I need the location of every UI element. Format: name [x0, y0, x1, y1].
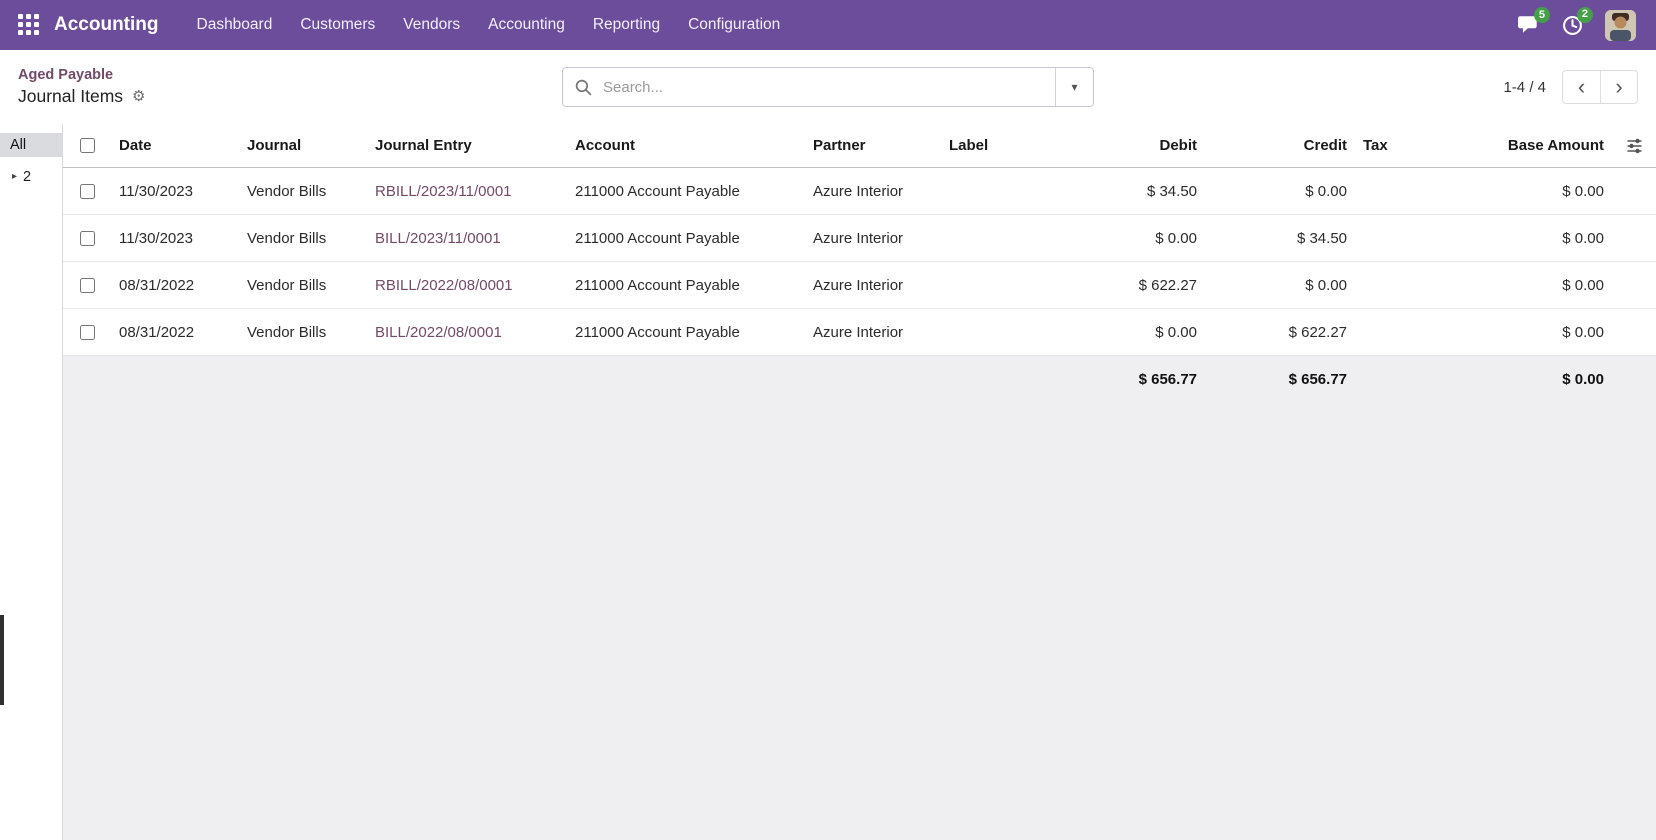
column-header-label[interactable]: Label: [941, 137, 1085, 154]
cell-date: 11/30/2023: [111, 183, 239, 200]
column-header-tax[interactable]: Tax: [1355, 137, 1420, 154]
cell-debit: $ 622.27: [1085, 277, 1205, 294]
chevron-left-icon: ‹: [1578, 74, 1585, 100]
cell-account: 211000 Account Payable: [567, 183, 805, 200]
cell-journal: Vendor Bills: [239, 230, 367, 247]
cell-account: 211000 Account Payable: [567, 230, 805, 247]
journal-entry-link[interactable]: RBILL/2022/08/0001: [367, 277, 567, 294]
search-icon: [563, 79, 601, 96]
search-panel-item-all[interactable]: All: [0, 133, 62, 157]
nav-item-reporting[interactable]: Reporting: [579, 0, 674, 50]
cell-credit: $ 622.27: [1205, 324, 1355, 341]
journal-entry-link[interactable]: BILL/2023/11/0001: [367, 230, 567, 247]
select-all-checkbox[interactable]: [80, 138, 95, 153]
activities-button[interactable]: 2: [1562, 15, 1583, 36]
table-row[interactable]: 08/31/2022 Vendor Bills BILL/2022/08/000…: [63, 309, 1656, 356]
optional-columns-button[interactable]: [1612, 138, 1656, 154]
search-panel-group[interactable]: ▸ 2: [0, 157, 62, 185]
cell-partner: Azure Interior: [805, 277, 941, 294]
cell-journal: Vendor Bills: [239, 183, 367, 200]
column-header-journal-entry[interactable]: Journal Entry: [367, 137, 567, 154]
user-avatar[interactable]: [1605, 10, 1636, 41]
breadcrumb: Aged Payable Journal Items ⚙: [18, 67, 146, 107]
table-row[interactable]: 08/31/2022 Vendor Bills RBILL/2022/08/00…: [63, 262, 1656, 309]
cell-partner: Azure Interior: [805, 324, 941, 341]
cell-base-amount: $ 0.00: [1420, 277, 1612, 294]
search-bar: ▾: [562, 67, 1094, 107]
column-header-account[interactable]: Account: [567, 137, 805, 154]
search-panel: All ▸ 2: [0, 124, 63, 840]
app-name[interactable]: Accounting: [54, 14, 159, 36]
table-header-row: Date Journal Journal Entry Account Partn…: [63, 124, 1656, 168]
content-area: All ▸ 2 Date Journal Journal Entry Accou…: [0, 124, 1656, 840]
left-scrollbar-thumb[interactable]: [0, 615, 4, 705]
cell-account: 211000 Account Payable: [567, 324, 805, 341]
cell-credit: $ 0.00: [1205, 183, 1355, 200]
row-checkbox[interactable]: [80, 231, 95, 246]
cell-debit: $ 34.50: [1085, 183, 1205, 200]
table-row[interactable]: 11/30/2023 Vendor Bills RBILL/2023/11/00…: [63, 168, 1656, 215]
search-panel-group-label: 2: [23, 169, 31, 185]
total-credit: $ 656.77: [1205, 371, 1355, 388]
top-navbar: Accounting Dashboard Customers Vendors A…: [0, 0, 1656, 50]
triangle-right-icon: ▸: [12, 172, 17, 182]
cell-base-amount: $ 0.00: [1420, 230, 1612, 247]
row-checkbox[interactable]: [80, 184, 95, 199]
cell-date: 11/30/2023: [111, 230, 239, 247]
table-totals-row: $ 656.77 $ 656.77 $ 0.00: [63, 356, 1656, 403]
sliders-icon: [1626, 138, 1643, 154]
gear-icon[interactable]: ⚙: [132, 89, 145, 104]
cell-journal: Vendor Bills: [239, 277, 367, 294]
nav-item-customers[interactable]: Customers: [286, 0, 389, 50]
column-header-partner[interactable]: Partner: [805, 137, 941, 154]
pager-range: 1-4 / 4: [1503, 79, 1546, 96]
journal-entry-link[interactable]: RBILL/2023/11/0001: [367, 183, 567, 200]
nav-item-dashboard[interactable]: Dashboard: [183, 0, 287, 50]
cell-account: 211000 Account Payable: [567, 277, 805, 294]
activities-badge: 2: [1577, 7, 1593, 23]
total-debit: $ 656.77: [1085, 371, 1205, 388]
cell-journal: Vendor Bills: [239, 324, 367, 341]
apps-menu-icon[interactable]: [18, 14, 41, 37]
pager-previous-button[interactable]: ‹: [1562, 70, 1600, 104]
cell-base-amount: $ 0.00: [1420, 183, 1612, 200]
table-row[interactable]: 11/30/2023 Vendor Bills BILL/2023/11/000…: [63, 215, 1656, 262]
cell-credit: $ 34.50: [1205, 230, 1355, 247]
column-header-debit[interactable]: Debit: [1085, 137, 1205, 154]
journal-items-list: Date Journal Journal Entry Account Partn…: [63, 124, 1656, 840]
cell-base-amount: $ 0.00: [1420, 324, 1612, 341]
pager: 1-4 / 4 ‹ ›: [1503, 70, 1638, 104]
cell-date: 08/31/2022: [111, 277, 239, 294]
page-title: Journal Items: [18, 86, 123, 107]
breadcrumb-aged-payable[interactable]: Aged Payable: [18, 67, 146, 83]
cell-credit: $ 0.00: [1205, 277, 1355, 294]
navbar-systray: 5 2: [1518, 10, 1642, 41]
column-header-journal[interactable]: Journal: [239, 137, 367, 154]
pager-next-button[interactable]: ›: [1600, 70, 1638, 104]
messages-button[interactable]: 5: [1518, 15, 1540, 35]
column-header-date[interactable]: Date: [111, 137, 239, 154]
cell-partner: Azure Interior: [805, 183, 941, 200]
column-header-base-amount[interactable]: Base Amount: [1420, 137, 1612, 154]
cell-partner: Azure Interior: [805, 230, 941, 247]
journal-entry-link[interactable]: BILL/2022/08/0001: [367, 324, 567, 341]
nav-item-accounting[interactable]: Accounting: [474, 0, 579, 50]
cell-debit: $ 0.00: [1085, 324, 1205, 341]
column-header-credit[interactable]: Credit: [1205, 137, 1355, 154]
nav-item-vendors[interactable]: Vendors: [389, 0, 474, 50]
messages-badge: 5: [1534, 7, 1550, 23]
row-checkbox[interactable]: [80, 325, 95, 340]
chevron-right-icon: ›: [1615, 74, 1622, 100]
nav-item-configuration[interactable]: Configuration: [674, 0, 794, 50]
row-checkbox[interactable]: [80, 278, 95, 293]
cell-date: 08/31/2022: [111, 324, 239, 341]
cell-debit: $ 0.00: [1085, 230, 1205, 247]
total-base-amount: $ 0.00: [1420, 371, 1612, 388]
control-panel: Aged Payable Journal Items ⚙ ▾ 1-4 / 4 ‹…: [0, 50, 1656, 124]
search-dropdown-toggle[interactable]: ▾: [1055, 68, 1093, 106]
chevron-down-icon: ▾: [1071, 80, 1077, 94]
search-input[interactable]: [601, 78, 1055, 97]
